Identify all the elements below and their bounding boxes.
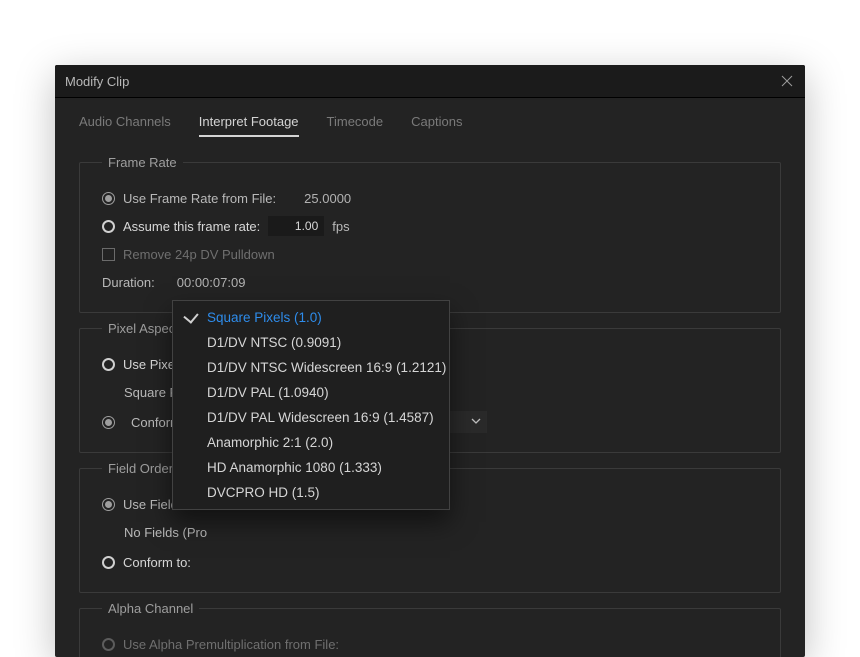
radio-use-file-frame-rate[interactable]: [102, 192, 115, 205]
label-field-conform: Conform to:: [123, 555, 191, 570]
par-option[interactable]: D1/DV NTSC (0.9091): [173, 330, 449, 355]
tab-interpret-footage[interactable]: Interpret Footage: [199, 114, 299, 137]
close-icon: [780, 74, 794, 88]
label-remove-pulldown: Remove 24p DV Pulldown: [123, 247, 275, 262]
par-option[interactable]: D1/DV PAL (1.0940): [173, 380, 449, 405]
label-alpha-from-file: Use Alpha Premultiplication from File:: [123, 637, 339, 652]
par-option[interactable]: D1/DV NTSC Widescreen 16:9 (1.2121): [173, 355, 449, 380]
radio-field-conform[interactable]: [102, 556, 115, 569]
par-option[interactable]: Anamorphic 2:1 (2.0): [173, 430, 449, 455]
radio-par-conform[interactable]: [102, 416, 115, 429]
chevron-down-icon: [471, 416, 481, 426]
checkbox-remove-pulldown[interactable]: [102, 248, 115, 261]
field-file-value: No Fields (Pro: [124, 525, 207, 540]
tab-audio-channels[interactable]: Audio Channels: [79, 114, 171, 137]
field-order-legend: Field Order: [102, 461, 179, 476]
duration-label: Duration:: [102, 275, 155, 290]
duration-value: 00:00:07:09: [177, 275, 246, 290]
file-frame-rate-value: 25.0000: [304, 191, 351, 206]
modify-clip-dialog: Modify Clip Audio Channels Interpret Foo…: [55, 65, 805, 657]
assume-frame-rate-input[interactable]: 1.00: [268, 216, 324, 236]
tab-bar: Audio Channels Interpret Footage Timecod…: [79, 110, 781, 147]
radio-alpha-from-file[interactable]: [102, 638, 115, 651]
par-option[interactable]: D1/DV PAL Widescreen 16:9 (1.4587): [173, 405, 449, 430]
frame-rate-legend: Frame Rate: [102, 155, 183, 170]
par-dropdown-popup: Square Pixels (1.0) D1/DV NTSC (0.9091) …: [172, 300, 450, 510]
par-option[interactable]: DVCPRO HD (1.5): [173, 480, 449, 505]
frame-rate-group: Frame Rate Use Frame Rate from File: 25.…: [79, 155, 781, 313]
dialog-title: Modify Clip: [65, 74, 129, 89]
dialog-titlebar: Modify Clip: [55, 65, 805, 98]
fps-suffix: fps: [332, 219, 349, 234]
radio-par-from-file[interactable]: [102, 358, 115, 371]
label-use-file-frame-rate: Use Frame Rate from File:: [123, 191, 276, 206]
dialog-content: Audio Channels Interpret Footage Timecod…: [55, 98, 805, 657]
radio-assume-frame-rate[interactable]: [102, 220, 115, 233]
alpha-channel-legend: Alpha Channel: [102, 601, 199, 616]
tab-captions[interactable]: Captions: [411, 114, 462, 137]
label-assume-frame-rate: Assume this frame rate:: [123, 219, 260, 234]
radio-field-from-file[interactable]: [102, 498, 115, 511]
close-button[interactable]: [777, 71, 797, 91]
alpha-channel-group: Alpha Channel Use Alpha Premultiplicatio…: [79, 601, 781, 657]
par-option[interactable]: Square Pixels (1.0): [173, 305, 449, 330]
tab-timecode[interactable]: Timecode: [327, 114, 384, 137]
par-option[interactable]: HD Anamorphic 1080 (1.333): [173, 455, 449, 480]
